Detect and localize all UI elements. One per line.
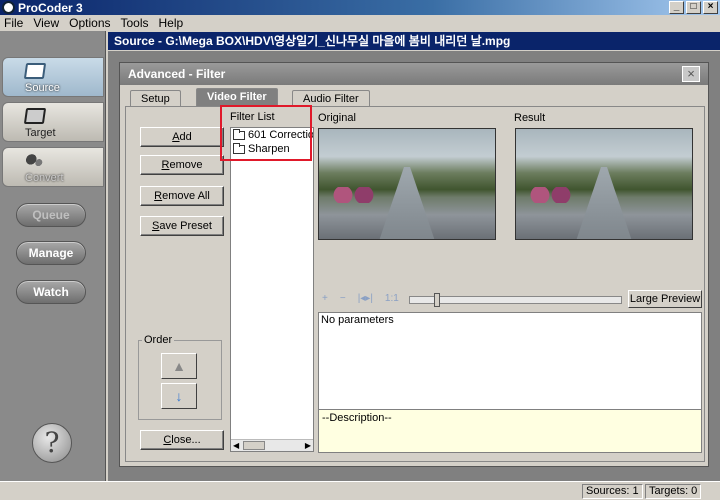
result-label: Result xyxy=(514,112,546,124)
minimize-button[interactable]: _ xyxy=(669,1,684,14)
order-label: Order xyxy=(142,334,175,346)
nav-tab-target[interactable]: Target xyxy=(2,102,104,142)
zoom-out-icon[interactable]: − xyxy=(340,293,346,304)
actual-size-icon[interactable]: 1:1 xyxy=(385,293,399,304)
menu-options[interactable]: Options xyxy=(69,16,110,30)
close-dialog-button[interactable]: Close... xyxy=(140,430,224,450)
remove-all-button[interactable]: Remove All xyxy=(140,186,224,206)
manage-button[interactable]: Manage xyxy=(16,241,86,265)
close-button[interactable]: × xyxy=(703,1,718,14)
sources-count: Sources: 1 xyxy=(582,484,643,499)
remove-button[interactable]: Remove xyxy=(140,155,224,175)
scroll-left-icon[interactable]: ◀ xyxy=(233,441,239,450)
original-label: Original xyxy=(318,112,356,124)
parameters-text: No parameters xyxy=(321,314,394,326)
tab-audio-filter[interactable]: Audio Filter xyxy=(292,90,370,107)
queue-button[interactable]: Queue xyxy=(16,203,86,227)
nav-tab-source-label: Source xyxy=(25,82,60,94)
result-preview-image xyxy=(515,128,693,240)
target-folder-icon xyxy=(23,108,47,124)
left-nav-rail: Source Target Convert Queue Manage Watch… xyxy=(0,31,106,481)
targets-count: Targets: 0 xyxy=(645,484,702,499)
dialog-title: Advanced - Filter xyxy=(120,63,708,85)
move-down-button[interactable]: ↓ xyxy=(161,383,197,409)
slider-knob[interactable] xyxy=(434,293,440,307)
menu-bar: File View Options Tools Help xyxy=(0,15,720,31)
maximize-button[interactable]: □ xyxy=(686,1,701,14)
tab-video-filter[interactable]: Video Filter xyxy=(196,88,278,107)
fit-icon[interactable]: |◂▸| xyxy=(358,293,373,304)
add-button[interactable]: Add xyxy=(140,127,224,147)
nav-tab-convert-label: Convert xyxy=(25,172,64,184)
description-box: --Description-- xyxy=(318,409,702,453)
status-bar: Sources: 1 Targets: 0 xyxy=(0,481,720,500)
watch-button[interactable]: Watch xyxy=(16,280,86,304)
folder-icon xyxy=(233,142,245,154)
original-preview-image xyxy=(318,128,496,240)
menu-help[interactable]: Help xyxy=(159,16,184,30)
app-icon xyxy=(2,1,15,14)
filter-list-label: Filter List xyxy=(230,111,275,123)
menu-view[interactable]: View xyxy=(33,16,59,30)
menu-tools[interactable]: Tools xyxy=(121,16,149,30)
nav-tab-source[interactable]: Source xyxy=(2,57,104,97)
scroll-thumb[interactable] xyxy=(243,441,265,450)
tab-setup[interactable]: Setup xyxy=(130,90,181,107)
save-preset-button[interactable]: Save Preset xyxy=(140,216,224,236)
menu-file[interactable]: File xyxy=(4,16,23,30)
help-icon[interactable]: ? xyxy=(32,423,72,463)
large-preview-button[interactable]: Large Preview xyxy=(628,290,702,308)
nav-tab-target-label: Target xyxy=(25,127,56,139)
filter-item-label: 601 Correction xyxy=(248,129,313,141)
filter-list-scrollbar[interactable]: ◀ ▶ xyxy=(231,439,313,451)
source-folder-icon xyxy=(23,63,47,79)
description-text: --Description-- xyxy=(322,412,392,424)
filter-item-label: Sharpen xyxy=(248,143,290,155)
window-title-bar: ProCoder 3 _ □ × xyxy=(0,0,720,15)
source-path-bar: Source - G:\Mega BOX\HDV\영상일기_신나무실 마을에 봄… xyxy=(108,32,720,50)
move-up-button[interactable]: ▲ xyxy=(161,353,197,379)
nav-tab-convert[interactable]: Convert xyxy=(2,147,104,187)
folder-icon xyxy=(233,128,245,140)
zoom-in-icon[interactable]: + xyxy=(322,293,328,304)
filter-item-601-correction[interactable]: 601 Correction xyxy=(231,128,313,142)
dialog-close-icon[interactable]: × xyxy=(682,66,700,82)
filter-panel: Add Remove Remove All Save Preset Order … xyxy=(125,106,705,462)
filter-list[interactable]: 601 Correction Sharpen ◀ ▶ xyxy=(230,127,314,452)
filter-item-sharpen[interactable]: Sharpen xyxy=(231,142,313,156)
preview-controls: + − |◂▸| 1:1 xyxy=(322,293,399,304)
window-title: ProCoder 3 xyxy=(18,0,83,15)
order-group: Order ▲ ↓ xyxy=(138,334,222,420)
scroll-right-icon[interactable]: ▶ xyxy=(305,441,311,450)
advanced-filter-dialog: Advanced - Filter × Setup Video Filter A… xyxy=(119,62,709,467)
convert-icon xyxy=(23,153,47,169)
preview-position-slider[interactable] xyxy=(409,293,622,307)
